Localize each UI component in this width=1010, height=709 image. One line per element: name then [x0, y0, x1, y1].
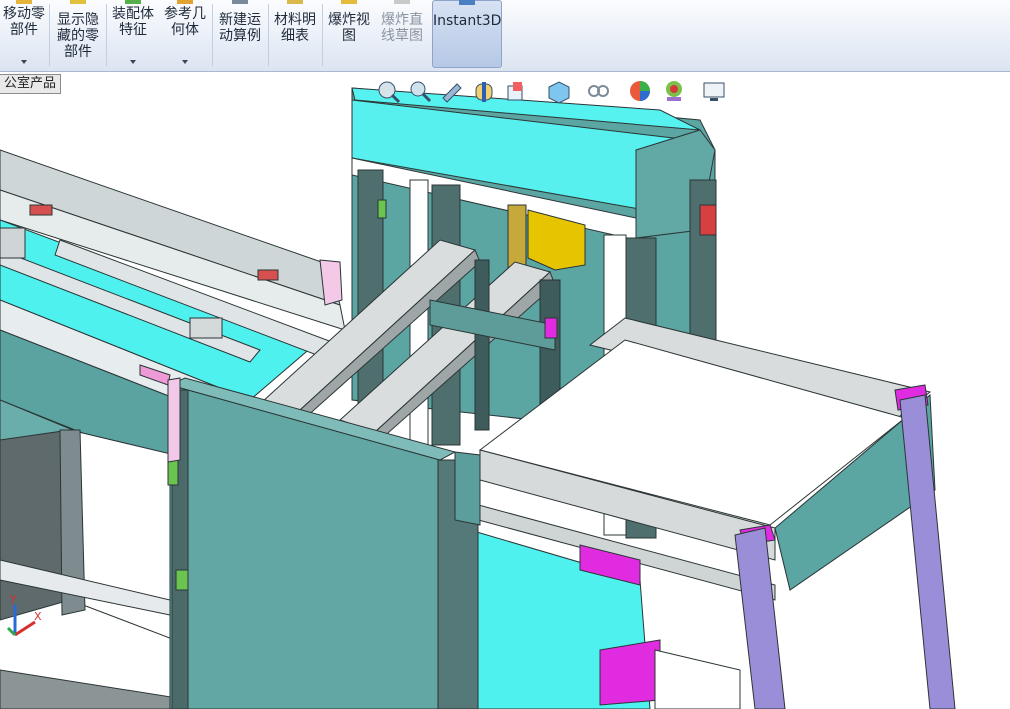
bill-of-materials-button[interactable]: 材料明 细表	[270, 0, 320, 70]
view-settings-icon[interactable]	[701, 78, 727, 104]
ribbon-separator	[212, 4, 213, 66]
new-motion-study-button[interactable]: 新建运 动算例	[214, 0, 266, 70]
reference-geometry-icon	[177, 0, 193, 4]
explode-line-sketch-button[interactable]: 爆炸直 线草图	[376, 0, 428, 70]
instant3d-icon	[459, 0, 475, 5]
assembly-features-button[interactable]: 装配体 特征	[108, 0, 158, 70]
zoom-to-area-icon[interactable]	[407, 78, 433, 104]
apply-scene-icon[interactable]	[661, 78, 687, 104]
hide-show-items-icon[interactable]	[585, 78, 611, 104]
instant3d-label: Instant3D	[433, 13, 502, 29]
ribbon-separator	[268, 4, 269, 66]
chevron-down-icon[interactable]	[182, 60, 188, 64]
motion-study-icon	[232, 0, 248, 4]
reference-geometry-label: 参考几 何体	[164, 6, 206, 38]
display-style-icon[interactable]	[545, 78, 571, 104]
assembly-features-label: 装配体 特征	[112, 6, 154, 38]
chevron-down-icon[interactable]	[130, 60, 136, 64]
heads-up-view-toolbar	[375, 78, 735, 106]
explode-line-sketch-label: 爆炸直 线草图	[381, 12, 423, 44]
exploded-view-icon	[341, 0, 357, 4]
reference-geometry-button[interactable]: 参考几 何体	[160, 0, 210, 70]
bill-of-materials-icon	[287, 0, 303, 4]
triad-x-label: X	[34, 610, 42, 623]
section-view-icon[interactable]	[471, 78, 497, 104]
ribbon-separator	[49, 4, 50, 66]
ribbon-separator	[106, 4, 107, 66]
show-hidden-icon	[70, 0, 86, 4]
move-component-button[interactable]: 移动零 部件	[0, 0, 48, 70]
assembly-features-icon	[125, 0, 141, 4]
new-motion-study-label: 新建运 动算例	[219, 12, 261, 44]
explode-line-sketch-icon	[394, 0, 410, 4]
triad-y-label: Y	[9, 593, 17, 606]
document-name[interactable]: 公室产品	[0, 74, 62, 94]
previous-view-icon[interactable]	[439, 78, 465, 104]
chevron-down-icon[interactable]	[21, 60, 27, 64]
command-manager-ribbon: 移动零 部件 显示隐 藏的零 部件 装配体 特征 参考几 何体 新建运 动算例 …	[0, 0, 1010, 72]
move-component-label: 移动零 部件	[3, 6, 45, 38]
exploded-view-label: 爆炸视 图	[328, 12, 370, 44]
instant3d-button[interactable]: Instant3D	[432, 0, 502, 68]
edit-appearance-icon[interactable]	[627, 78, 653, 104]
zoom-to-fit-icon[interactable]	[375, 78, 401, 104]
graphics-viewport[interactable]: Y X	[0, 73, 1010, 709]
view-orientation-icon[interactable]	[503, 78, 529, 104]
show-hidden-label: 显示隐 藏的零 部件	[57, 12, 99, 60]
bill-of-materials-label: 材料明 细表	[274, 12, 316, 44]
move-component-icon	[16, 0, 32, 4]
ribbon-separator	[322, 4, 323, 66]
exploded-view-button[interactable]: 爆炸视 图	[324, 0, 374, 70]
show-hidden-components-button[interactable]: 显示隐 藏的零 部件	[52, 0, 104, 70]
